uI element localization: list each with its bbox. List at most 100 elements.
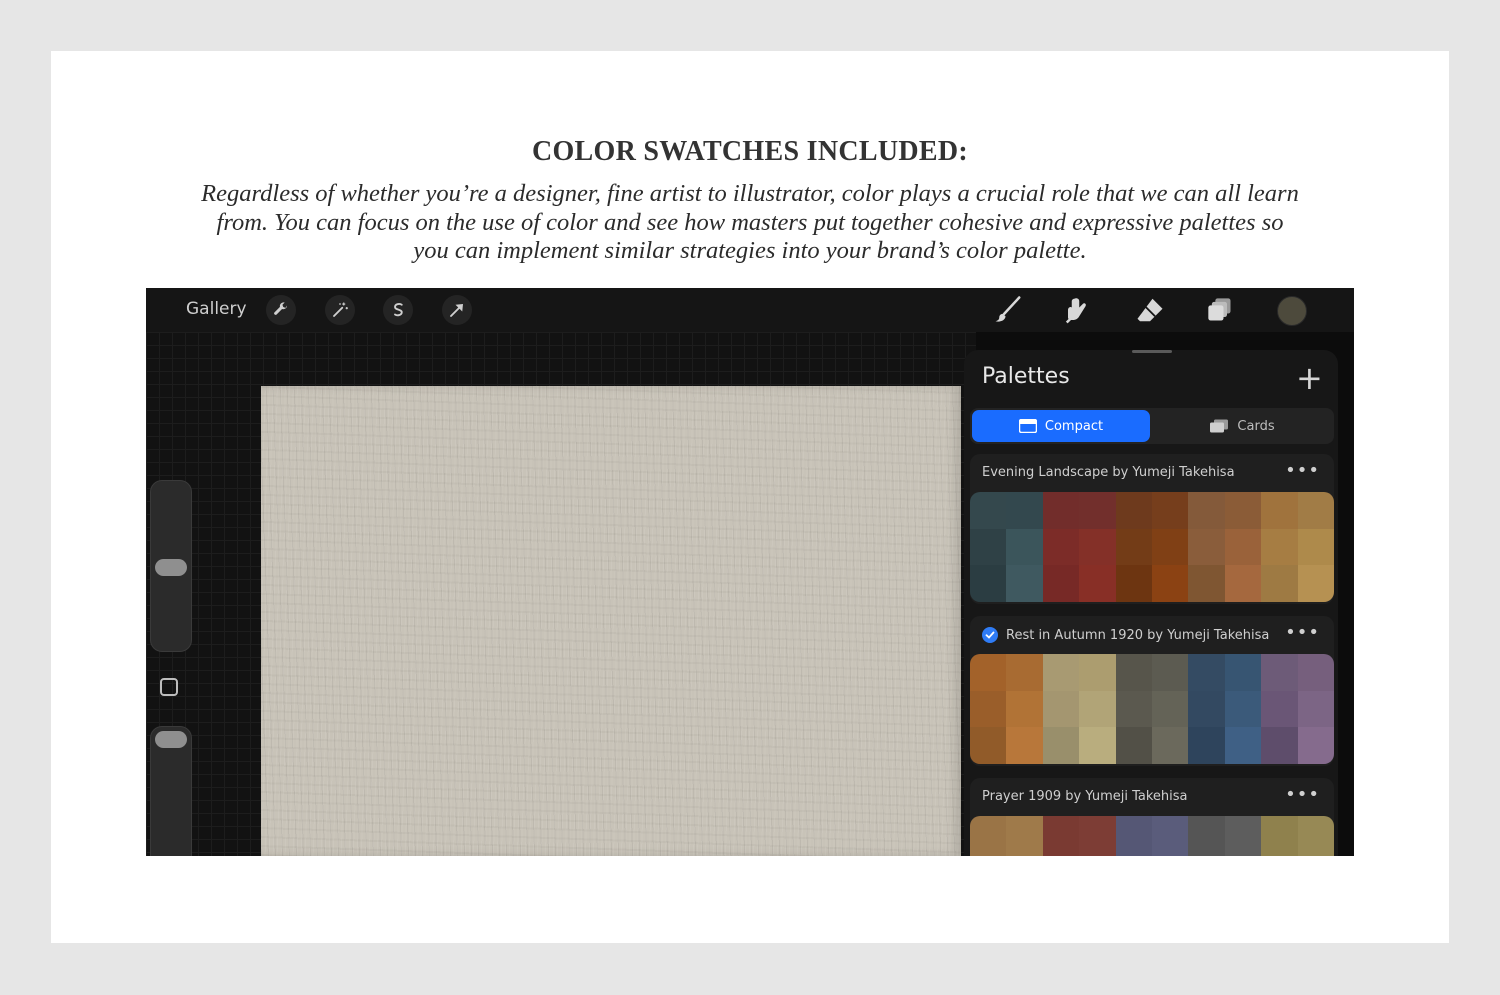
color-swatch[interactable]: [1297, 528, 1334, 566]
more-options-icon[interactable]: •••: [1285, 460, 1320, 481]
color-swatch[interactable]: [1261, 727, 1298, 764]
color-swatch[interactable]: [970, 816, 1007, 853]
color-swatch[interactable]: [1224, 528, 1262, 566]
selection-icon[interactable]: [383, 295, 413, 325]
color-swatch[interactable]: [1152, 654, 1189, 691]
brush-size-slider[interactable]: [150, 480, 192, 652]
color-swatch[interactable]: [1152, 816, 1189, 853]
palette-card[interactable]: Prayer 1909 by Yumeji Takehisa •••: [970, 778, 1334, 856]
color-swatch[interactable]: [1152, 690, 1189, 728]
color-swatch[interactable]: [1224, 690, 1262, 728]
color-swatch[interactable]: [1042, 727, 1080, 764]
palette-card[interactable]: Rest in Autumn 1920 by Yumeji Takehisa ••…: [970, 616, 1334, 766]
color-swatch[interactable]: [1188, 528, 1225, 566]
wrench-icon[interactable]: [266, 295, 296, 325]
color-swatch[interactable]: [1224, 654, 1262, 691]
brush-size-handle[interactable]: [155, 559, 187, 576]
color-swatch[interactable]: [1261, 816, 1298, 853]
color-swatch[interactable]: [970, 492, 1007, 529]
color-swatch[interactable]: [1297, 727, 1334, 764]
gallery-button[interactable]: Gallery: [186, 299, 247, 319]
color-swatch[interactable]: [1006, 852, 1043, 856]
opacity-handle[interactable]: [155, 731, 187, 748]
current-color-swatch[interactable]: [1277, 296, 1307, 326]
color-swatch[interactable]: [1188, 690, 1225, 728]
color-swatch[interactable]: [1006, 690, 1043, 728]
color-swatch[interactable]: [1115, 690, 1152, 728]
color-swatch[interactable]: [1224, 492, 1262, 529]
color-swatch[interactable]: [1297, 690, 1334, 728]
color-swatch[interactable]: [1152, 528, 1189, 566]
color-swatch[interactable]: [1115, 528, 1152, 566]
color-swatch[interactable]: [1079, 654, 1116, 691]
color-swatch[interactable]: [1042, 816, 1080, 853]
color-swatch[interactable]: [970, 852, 1007, 856]
color-swatch[interactable]: [1006, 492, 1043, 529]
panel-grabber[interactable]: [1132, 350, 1172, 353]
color-swatch[interactable]: [1152, 492, 1189, 529]
color-swatch[interactable]: [1079, 690, 1116, 728]
magic-wand-icon[interactable]: [325, 295, 355, 325]
color-swatch[interactable]: [1224, 816, 1262, 853]
color-swatch[interactable]: [1188, 816, 1225, 853]
more-options-icon[interactable]: •••: [1285, 622, 1320, 643]
color-swatch[interactable]: [1006, 727, 1043, 764]
color-swatch[interactable]: [1079, 565, 1116, 602]
color-swatch[interactable]: [1115, 727, 1152, 764]
color-swatch[interactable]: [970, 690, 1007, 728]
transform-arrow-icon[interactable]: [442, 295, 472, 325]
layers-icon[interactable]: [1203, 293, 1237, 327]
color-swatch[interactable]: [1042, 565, 1080, 602]
modify-button[interactable]: [160, 678, 178, 696]
paper-canvas[interactable]: [261, 386, 961, 856]
color-swatch[interactable]: [1042, 654, 1080, 691]
color-swatch[interactable]: [1297, 654, 1334, 691]
color-swatch[interactable]: [1297, 816, 1334, 853]
color-swatch[interactable]: [1079, 816, 1116, 853]
color-swatch[interactable]: [1261, 852, 1298, 856]
color-swatch[interactable]: [1115, 565, 1152, 602]
color-swatch[interactable]: [1152, 565, 1189, 602]
color-swatch[interactable]: [1188, 727, 1225, 764]
color-swatch[interactable]: [1261, 690, 1298, 728]
color-swatch[interactable]: [1006, 816, 1043, 853]
brush-icon[interactable]: [991, 293, 1025, 327]
color-swatch[interactable]: [1115, 654, 1152, 691]
color-swatch[interactable]: [1006, 654, 1043, 691]
color-swatch[interactable]: [1115, 492, 1152, 529]
color-swatch[interactable]: [1006, 565, 1043, 602]
color-swatch[interactable]: [1042, 690, 1080, 728]
tab-cards[interactable]: Cards: [1152, 410, 1332, 442]
color-swatch[interactable]: [1006, 528, 1043, 566]
color-swatch[interactable]: [970, 727, 1007, 764]
color-swatch[interactable]: [1224, 852, 1262, 856]
color-swatch[interactable]: [1079, 492, 1116, 529]
color-swatch[interactable]: [1042, 492, 1080, 529]
color-swatch[interactable]: [1079, 852, 1116, 856]
smudge-icon[interactable]: [1061, 293, 1095, 327]
color-swatch[interactable]: [1188, 852, 1225, 856]
color-swatch[interactable]: [1115, 816, 1152, 853]
color-swatch[interactable]: [1152, 852, 1189, 856]
color-swatch[interactable]: [1079, 528, 1116, 566]
color-swatch[interactable]: [1042, 528, 1080, 566]
color-swatch[interactable]: [1188, 492, 1225, 529]
color-swatch[interactable]: [1188, 565, 1225, 602]
color-swatch[interactable]: [1297, 492, 1334, 529]
color-swatch[interactable]: [1042, 852, 1080, 856]
color-swatch[interactable]: [1152, 727, 1189, 764]
color-swatch[interactable]: [1261, 528, 1298, 566]
color-swatch[interactable]: [970, 528, 1007, 566]
color-swatch[interactable]: [1261, 492, 1298, 529]
eraser-icon[interactable]: [1133, 293, 1167, 327]
tab-compact[interactable]: Compact: [972, 410, 1150, 442]
color-swatch[interactable]: [1224, 727, 1262, 764]
color-swatch[interactable]: [1297, 565, 1334, 602]
color-swatch[interactable]: [1224, 565, 1262, 602]
palette-card[interactable]: Evening Landscape by Yumeji Takehisa •••: [970, 454, 1334, 604]
color-swatch[interactable]: [1297, 852, 1334, 856]
add-palette-button[interactable]: +: [1296, 362, 1323, 394]
color-swatch[interactable]: [970, 654, 1007, 691]
opacity-slider[interactable]: [150, 726, 192, 856]
color-swatch[interactable]: [1115, 852, 1152, 856]
